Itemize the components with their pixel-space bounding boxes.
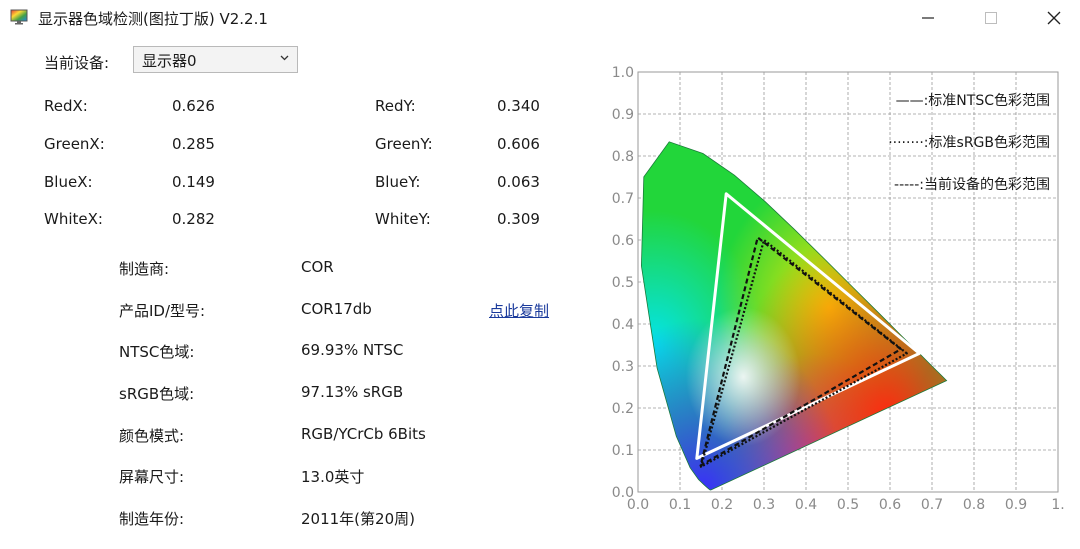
srgb-gamut-label: sRGB色域: — [119, 385, 195, 403]
y-tick-label: 0.5 — [612, 275, 634, 291]
device-label: 当前设备: — [44, 54, 110, 72]
blue-x-label: BlueX: — [44, 173, 93, 191]
green-y-label: GreenY: — [375, 135, 433, 153]
maximize-icon — [985, 12, 997, 24]
screen-size-value: 13.0英寸 — [301, 468, 365, 486]
x-tick-label: 0.0 — [627, 497, 649, 513]
device-select[interactable]: 显示器0 — [133, 46, 298, 73]
manufacture-year-value: 2011年(第20周) — [301, 510, 415, 528]
manufacture-year-label: 制造年份: — [119, 510, 185, 528]
x-tick-label: 0.1 — [669, 497, 691, 513]
blue-y-label: BlueY: — [375, 173, 421, 191]
copy-link[interactable]: 点此复制 — [489, 300, 549, 321]
app-icon — [10, 9, 28, 25]
maximize-button[interactable] — [969, 4, 1013, 32]
green-x-value: 0.285 — [172, 135, 215, 153]
y-tick-label: 0.8 — [612, 149, 634, 165]
x-tick-label: 0.8 — [963, 497, 985, 513]
close-icon — [1047, 11, 1061, 25]
legend-srgb: ········:标准sRGB色彩范围 — [888, 135, 1050, 151]
window-title: 显示器色域检测(图拉丁版) V2.2.1 — [38, 10, 268, 28]
white-x-label: WhiteX: — [44, 210, 103, 228]
x-tick-label: 1. — [1051, 497, 1064, 513]
x-tick-label: 0.4 — [795, 497, 817, 513]
y-tick-label: 0.7 — [612, 191, 634, 207]
cie-chromaticity-chart: 0.0 0.1 0.2 0.3 0.4 0.5 0.6 0.7 0.8 0.9 1.0 0.0 0.1 0… — [600, 58, 1070, 522]
minimize-icon — [922, 17, 934, 19]
legend-current-device: -----:当前设备的色彩范围 — [894, 177, 1050, 193]
green-x-label: GreenX: — [44, 135, 105, 153]
legend-ntsc: ——:标准NTSC色彩范围 — [895, 93, 1050, 109]
green-y-value: 0.606 — [497, 135, 540, 153]
screen-size-label: 屏幕尺寸: — [119, 468, 185, 486]
x-tick-label: 0.9 — [1005, 497, 1027, 513]
chromaticity-diagram: 0.00.10.20.30.40.50.60.70.80.91.00.0 0.1 0… — [612, 65, 1065, 513]
red-y-value: 0.340 — [497, 97, 540, 115]
x-tick-label: 0.2 — [711, 497, 733, 513]
title-bar: 显示器色域检测(图拉丁版) V2.2.1 — [0, 0, 1080, 36]
ntsc-gamut-value: 69.93% NTSC — [301, 341, 404, 359]
chevron-down-icon — [280, 55, 289, 61]
color-mode-value: RGB/YCrCb 6Bits — [301, 425, 426, 443]
y-tick-label: 1.0 — [612, 65, 634, 81]
color-mode-label: 颜色模式: — [119, 427, 185, 445]
product-id-value: COR17db — [301, 300, 372, 318]
device-select-value: 显示器0 — [142, 52, 197, 70]
x-tick-label: 0.6 — [879, 497, 901, 513]
x-tick-label: 0.7 — [921, 497, 943, 513]
white-y-value: 0.309 — [497, 210, 540, 228]
y-tick-label: 0.4 — [612, 317, 634, 333]
y-tick-label: 0.9 — [612, 107, 634, 123]
white-x-value: 0.282 — [172, 210, 215, 228]
close-button[interactable] — [1032, 4, 1076, 32]
x-tick-label: 0.5 — [837, 497, 859, 513]
x-tick-label: 0.3 — [753, 497, 775, 513]
manufacturer-value: COR — [301, 258, 334, 276]
y-tick-label: 0.6 — [612, 233, 634, 249]
y-tick-label: 0.3 — [612, 359, 634, 375]
blue-x-value: 0.149 — [172, 173, 215, 191]
red-x-value: 0.626 — [172, 97, 215, 115]
red-x-label: RedX: — [44, 97, 88, 115]
srgb-gamut-value: 97.13% sRGB — [301, 383, 404, 401]
y-tick-label: 0.2 — [612, 401, 634, 417]
y-tick-label: 0.1 — [612, 443, 634, 459]
manufacturer-label: 制造商: — [119, 260, 170, 278]
red-y-label: RedY: — [375, 97, 416, 115]
ntsc-gamut-label: NTSC色域: — [119, 343, 195, 361]
product-id-label: 产品ID/型号: — [119, 302, 206, 320]
minimize-button[interactable] — [906, 4, 950, 32]
blue-y-value: 0.063 — [497, 173, 540, 191]
white-y-label: WhiteY: — [375, 210, 431, 228]
